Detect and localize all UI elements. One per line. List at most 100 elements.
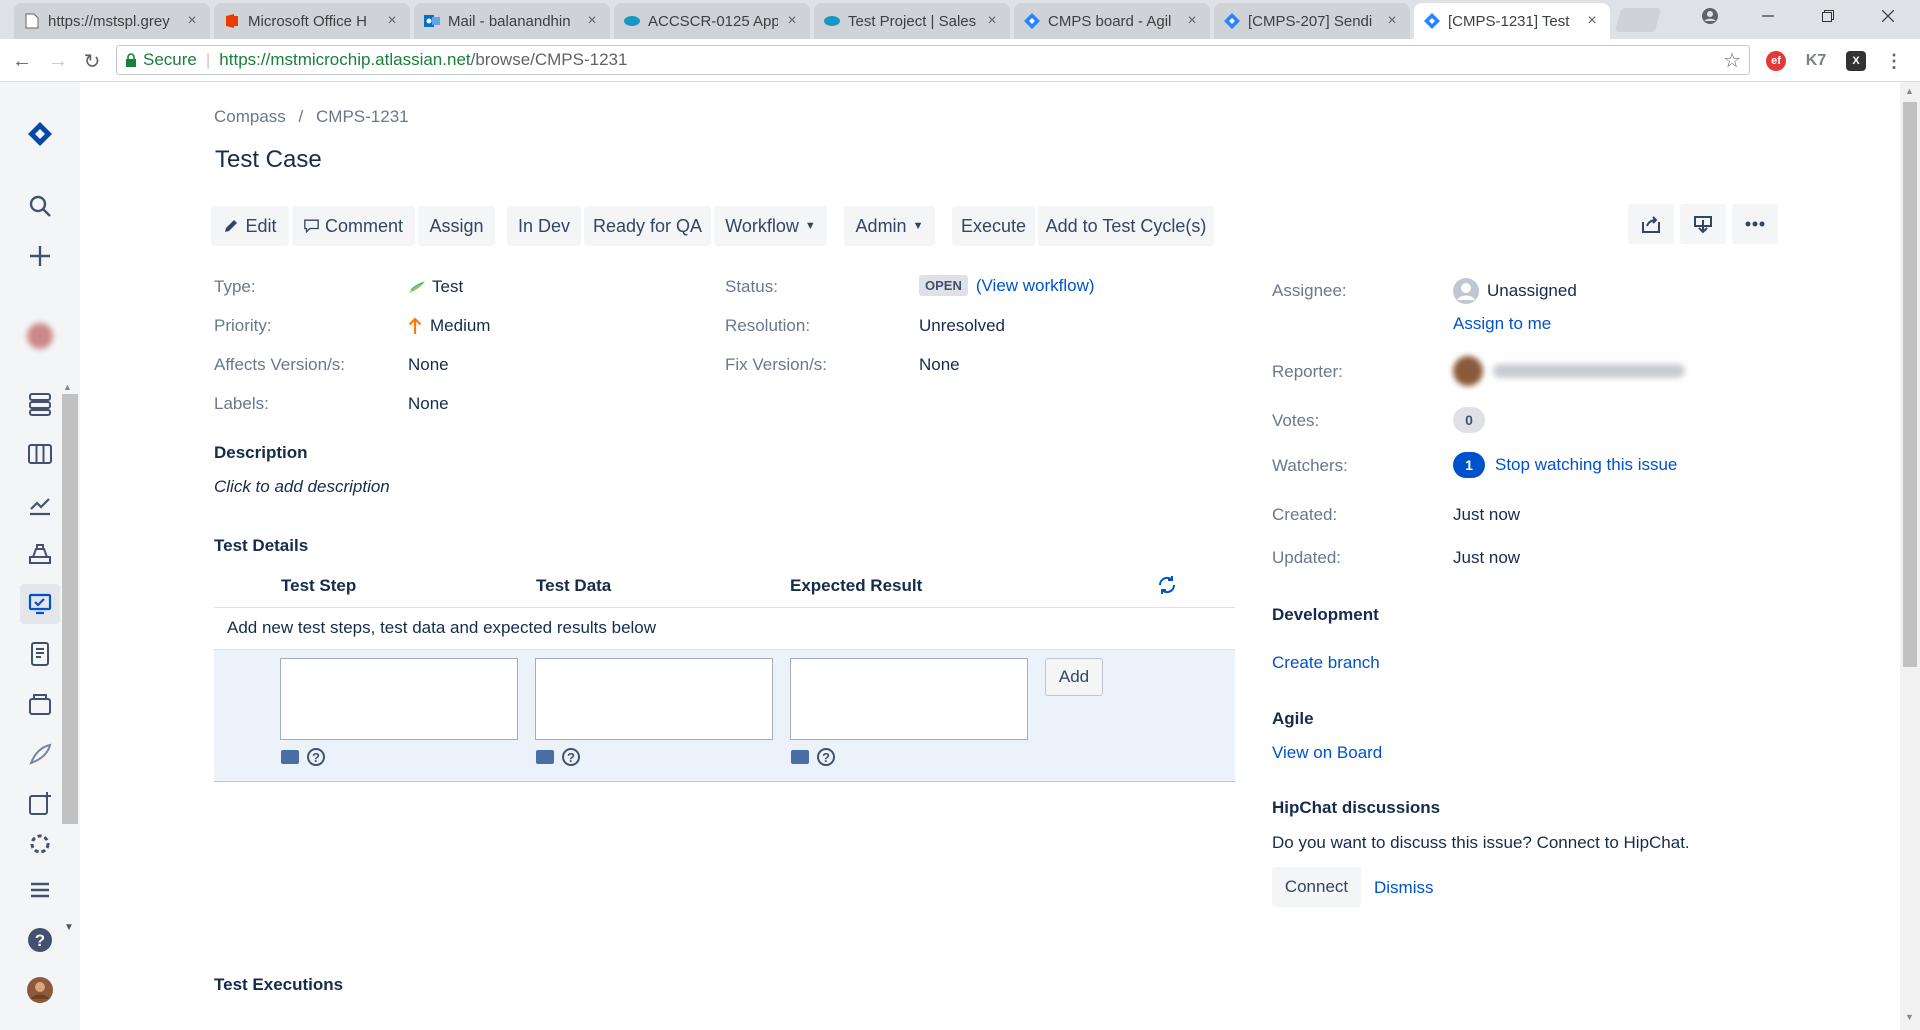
page-scroll-thumb[interactable] — [1903, 102, 1917, 667]
user-avatar[interactable] — [20, 970, 60, 1010]
browser-tab[interactable]: https://mstspl.grey × — [14, 3, 210, 39]
profile-icon[interactable] — [1682, 0, 1738, 32]
back-icon[interactable]: ← — [10, 49, 34, 73]
attachment-folder-icon[interactable] — [791, 750, 809, 764]
assignee-value[interactable]: Unassigned — [1453, 278, 1577, 304]
help-icon[interactable]: ? — [20, 920, 60, 960]
help-icon[interactable]: ? — [562, 748, 580, 766]
expected-result-textarea[interactable] — [790, 658, 1028, 740]
issue-summary[interactable]: Test Case — [215, 146, 322, 174]
comment-button[interactable]: Comment — [292, 206, 415, 246]
components-icon[interactable] — [20, 684, 60, 724]
workflow-dropdown[interactable]: Workflow ▼ — [714, 206, 827, 246]
extension-x-icon[interactable]: X — [1846, 51, 1866, 71]
share-button[interactable] — [1628, 204, 1674, 244]
help-icon[interactable]: ? — [307, 748, 325, 766]
description-placeholder[interactable]: Click to add description — [214, 477, 390, 497]
jira-logo-icon[interactable] — [20, 114, 60, 154]
address-bar[interactable]: Secure | https://mstmicrochip.atlassian.… — [116, 45, 1750, 75]
labels-value[interactable]: None — [408, 394, 449, 414]
fix-versions-value[interactable]: None — [919, 355, 960, 375]
reports-icon[interactable] — [20, 484, 60, 524]
tab-close-icon[interactable]: × — [584, 12, 600, 30]
export-button[interactable] — [1680, 204, 1726, 244]
reporter-avatar[interactable] — [1453, 356, 1483, 386]
edit-button[interactable]: Edit — [211, 206, 289, 246]
menu-icon[interactable] — [20, 870, 60, 910]
page-scrollbar[interactable]: ▲ ▼ — [1900, 82, 1920, 1030]
test-data-textarea[interactable] — [535, 658, 773, 740]
add-step-button[interactable]: Add — [1045, 658, 1103, 696]
scroll-down-arrow-icon[interactable]: ▼ — [64, 922, 74, 933]
view-workflow-link[interactable]: (View workflow) — [976, 276, 1095, 296]
reload-icon[interactable]: ↻ — [80, 49, 104, 73]
tab-close-icon[interactable]: × — [1384, 12, 1400, 30]
attachment-folder-icon[interactable] — [536, 750, 554, 764]
priority-value[interactable]: Medium — [408, 316, 490, 336]
add-to-test-cycle-button[interactable]: Add to Test Cycle(s) — [1038, 206, 1214, 246]
execute-button[interactable]: Execute — [952, 206, 1035, 246]
stop-watching-link[interactable]: Stop watching this issue — [1495, 455, 1677, 475]
browser-tab[interactable]: Mail - balanandhin × — [414, 3, 610, 39]
refresh-icon[interactable] — [1156, 574, 1178, 596]
affects-versions-value[interactable]: None — [408, 355, 449, 375]
reporter-name-redacted[interactable] — [1493, 364, 1685, 378]
scroll-up-arrow-icon[interactable]: ▲ — [1905, 86, 1914, 96]
ready-for-qa-button[interactable]: Ready for QA — [584, 206, 711, 246]
releases-icon[interactable] — [20, 534, 60, 574]
browser-tab[interactable]: CMPS board - Agil × — [1014, 3, 1210, 39]
browser-tab-active[interactable]: [CMPS-1231] Test × — [1414, 3, 1610, 39]
assign-button[interactable]: Assign — [418, 206, 495, 246]
in-dev-button[interactable]: In Dev — [507, 206, 581, 246]
help-icon[interactable]: ? — [817, 748, 835, 766]
pages-icon[interactable] — [20, 634, 60, 674]
create-branch-link[interactable]: Create branch — [1272, 653, 1380, 673]
add-item-icon[interactable] — [20, 784, 60, 824]
scroll-up-arrow-icon[interactable]: ▲ — [63, 382, 72, 392]
browser-tab[interactable]: [CMPS-207] Sendi × — [1214, 3, 1410, 39]
restore-icon[interactable] — [1800, 0, 1856, 32]
sidebar-scrollbar[interactable]: ▲ ▼ — [61, 382, 79, 942]
breadcrumb-project[interactable]: Compass — [214, 107, 286, 126]
backlog-icon[interactable] — [20, 384, 60, 424]
browser-tab[interactable]: Test Project | Sales × — [814, 3, 1010, 39]
browser-menu-icon[interactable]: ⋮ — [1884, 51, 1904, 71]
tab-close-icon[interactable]: × — [1584, 12, 1600, 30]
hipchat-connect-button[interactable]: Connect — [1272, 867, 1361, 907]
browser-tab[interactable]: Microsoft Office H × — [214, 3, 410, 39]
test-step-textarea[interactable] — [280, 658, 518, 740]
breadcrumb-issue-key[interactable]: CMPS-1231 — [316, 107, 409, 126]
view-on-board-link[interactable]: View on Board — [1272, 743, 1382, 763]
search-icon[interactable] — [20, 186, 60, 226]
forward-icon[interactable]: → — [46, 49, 70, 73]
browser-tab[interactable]: ACCSCR-0125 App × — [614, 3, 810, 39]
bookmark-star-icon[interactable]: ☆ — [1723, 48, 1741, 73]
test-icon[interactable] — [20, 584, 60, 624]
tab-close-icon[interactable]: × — [184, 12, 200, 30]
scroll-down-arrow-icon[interactable]: ▼ — [1905, 1012, 1914, 1022]
create-plus-icon[interactable] — [20, 236, 60, 276]
more-actions-button[interactable] — [1732, 204, 1778, 244]
watchers-count-badge[interactable]: 1 — [1453, 452, 1485, 478]
board-icon[interactable] — [20, 434, 60, 474]
attachment-folder-icon[interactable] — [281, 750, 299, 764]
project-avatar[interactable] — [20, 316, 60, 356]
hipchat-dismiss-link[interactable]: Dismiss — [1374, 878, 1434, 898]
sidebar-scroll-thumb[interactable] — [62, 394, 78, 824]
extension-icon[interactable]: ef — [1766, 51, 1786, 71]
new-tab-button[interactable] — [1614, 8, 1662, 32]
assign-to-me-link[interactable]: Assign to me — [1453, 314, 1551, 334]
tab-close-icon[interactable]: × — [784, 12, 800, 30]
tab-close-icon[interactable]: × — [1184, 12, 1200, 30]
url-text[interactable]: https://mstmicrochip.atlassian.net/brows… — [219, 50, 627, 70]
workflow-label: Workflow — [725, 215, 799, 236]
settings-icon[interactable] — [20, 834, 60, 854]
minimize-icon[interactable] — [1740, 0, 1796, 32]
tab-close-icon[interactable]: × — [384, 12, 400, 30]
admin-dropdown[interactable]: Admin ▼ — [844, 206, 935, 246]
extension-k7-icon[interactable]: K7 — [1806, 51, 1826, 71]
tab-close-icon[interactable]: × — [984, 12, 1000, 30]
addon-feather-icon[interactable] — [20, 734, 60, 774]
votes-value[interactable]: 0 — [1453, 407, 1485, 433]
close-window-icon[interactable] — [1860, 0, 1916, 32]
